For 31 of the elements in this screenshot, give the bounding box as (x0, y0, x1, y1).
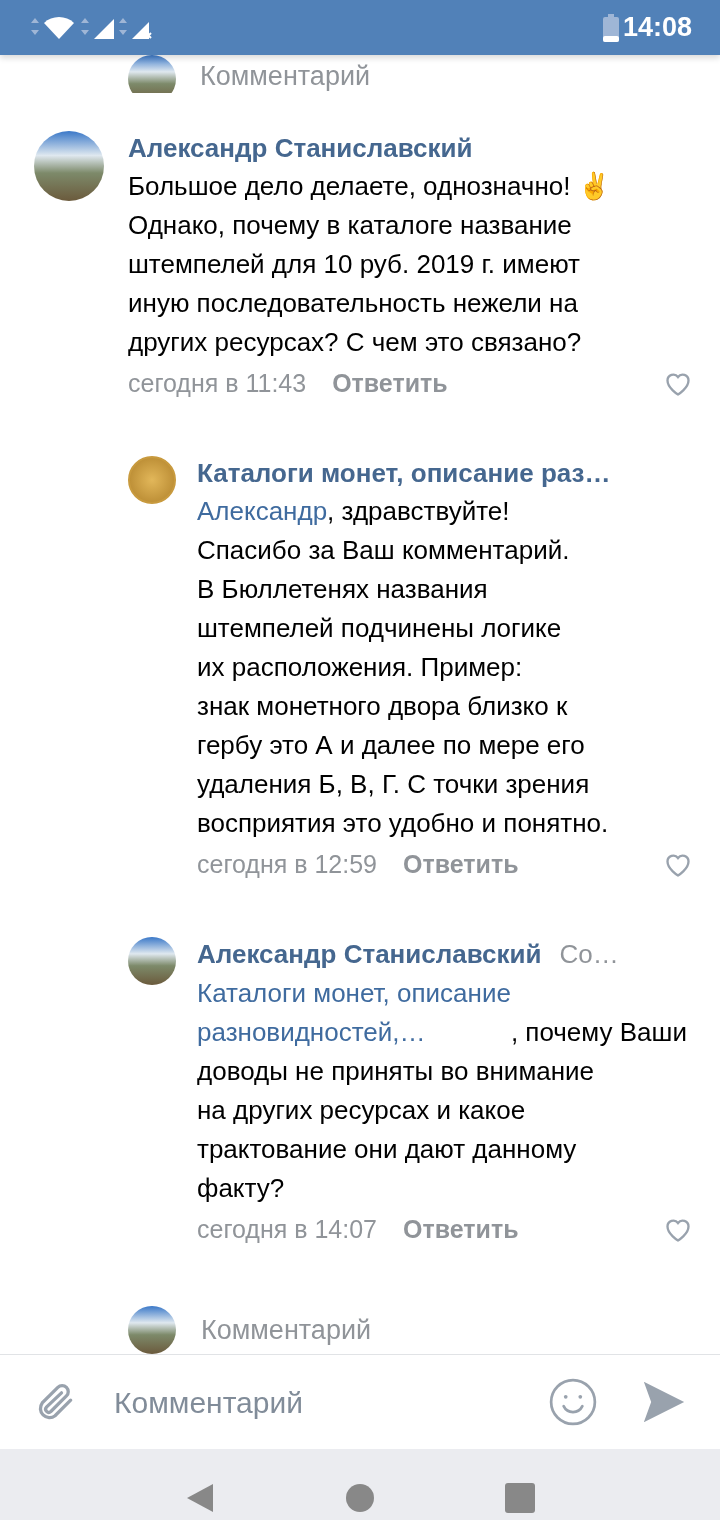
comment-text: Каталоги монет, описание разновидностей,… , почему Ваши доводы не приняты во внимание на других ресурсах и какое трактование они дают данному факту? (197, 974, 692, 1208)
avatar-photo[interactable] (128, 937, 176, 985)
author-suffix: Со… (559, 938, 619, 971)
comment-time: сегодня в 11:43 (128, 368, 307, 400)
reply-link[interactable]: Ответить (332, 365, 448, 403)
author-name[interactable]: Александр Станиславский (197, 935, 542, 973)
send-icon[interactable] (642, 1380, 686, 1424)
heart-icon[interactable] (664, 1217, 692, 1243)
mention-link[interactable]: Каталоги монет, описание разновидностей,… (197, 974, 511, 1052)
reply-link[interactable]: Ответить (403, 846, 519, 884)
mention-link[interactable]: Александр (197, 492, 328, 531)
avatar-photo[interactable] (128, 55, 176, 93)
comment-text: Александр, здравствуйте! Спасибо за Ваш комментарий. В Бюллетенях названия штемпелей подчинены логике их расположения. Пример: знак монетного двора близко к гербу это А и далее по мере его удаления Б, В, Г. С точки зрения восприятия это удобно и понятно. (197, 492, 692, 843)
comment-time: сегодня в 12:59 (197, 849, 377, 881)
avatar-photo[interactable] (128, 1306, 176, 1354)
status-time: 14:08 (622, 11, 692, 45)
battery-icon (602, 13, 619, 42)
home-icon[interactable] (345, 1483, 375, 1513)
comment-field[interactable]: Комментарий (201, 1309, 372, 1351)
comment-text: Большое дело делаете, однозначно! ✌ Однако, почему в каталоге название штемпелей для 10 руб. 2019 г. имеют иную последовательность нежели на других ресурсах? С чем это связано? (128, 170, 611, 359)
heart-icon[interactable] (664, 852, 692, 878)
back-icon[interactable] (185, 1482, 215, 1514)
comment-field[interactable]: Комментарий (200, 59, 371, 93)
author-name[interactable]: Александр Станиславский (128, 129, 473, 167)
comment-time: сегодня в 14:07 (197, 1214, 377, 1246)
reply-link[interactable]: Ответить (403, 1211, 519, 1249)
heart-icon[interactable] (664, 371, 692, 397)
comment-input[interactable]: Комментарий (114, 1379, 303, 1425)
coin-avatar[interactable] (128, 456, 176, 504)
smiley-icon[interactable] (548, 1377, 598, 1427)
author-name[interactable]: Каталоги монет, описание раз… (197, 454, 611, 492)
